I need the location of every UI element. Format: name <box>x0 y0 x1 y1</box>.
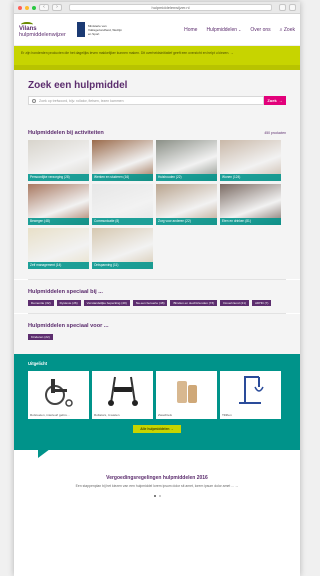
nav-over-ons[interactable]: Over ons <box>250 27 270 33</box>
activity-label: Wonen (124) <box>220 174 281 181</box>
pager-dot[interactable] <box>158 495 161 497</box>
product-count[interactable]: 450 producten <box>264 131 286 135</box>
ministry-name: Ministerie van Volksgezondheid, Welzijn … <box>88 23 122 36</box>
magnifier-icon <box>32 98 36 103</box>
intro-notice: Er zijn honderden producten die het dage… <box>14 46 300 70</box>
address-bar[interactable]: hulpmiddelenwijzer.nl <box>69 4 272 11</box>
filter-tag[interactable]: Doveriziend (21) <box>220 300 249 306</box>
browser-chrome: ‹ › hulpmiddelenwijzer.nl <box>14 2 300 14</box>
patient-lift-icon <box>220 373 281 407</box>
nav-home[interactable]: Home <box>184 27 197 33</box>
special-section: Hulpmiddelen speciaal bij ... Dementie (… <box>14 280 300 313</box>
bandage-icon <box>156 373 217 407</box>
government-logo: Ministerie van Volksgezondheid, Welzijn … <box>77 22 122 37</box>
speech-tail <box>38 449 50 458</box>
minimize-window-button[interactable] <box>25 5 29 10</box>
crest-icon <box>77 22 85 37</box>
site-logo[interactable]: Vilans hulpmiddelenwijzer <box>19 21 71 38</box>
filter-tag[interactable]: Blinden en slechtzienden (73) <box>170 300 218 306</box>
search-title: Zoek een hulpmiddel <box>28 80 128 91</box>
main-nav: Home Hulpmiddelen⌄ Over ons ⌕ Zoek <box>184 27 295 33</box>
logo-swoosh-icon <box>19 21 35 26</box>
special-for-title: Hulpmiddelen speciaal voor ... <box>28 323 109 329</box>
product-card[interactable]: Zwachtels <box>156 371 217 419</box>
activity-tile[interactable]: Communicatie (8) <box>92 184 153 225</box>
activities-title: Hulpmiddelen bij activiteiten <box>28 130 104 136</box>
special-for-section: Hulpmiddelen speciaal voor ... Kinderen … <box>14 314 300 354</box>
wheelchair-icon <box>28 373 89 407</box>
logo-line2: hulpmiddelenwijzer <box>19 32 66 38</box>
activity-label: Huishouden (22) <box>156 174 217 181</box>
filter-tag[interactable]: Dementie (32) <box>28 300 54 306</box>
filter-tag[interactable]: ADHD (7) <box>251 300 272 306</box>
product-name: Rollators, 4-wielen <box>94 413 120 417</box>
filter-tag[interactable]: Na een beroerte (48) <box>132 300 168 306</box>
product-card[interactable]: Rollators, 4-wielen <box>92 371 153 419</box>
search-button[interactable]: Zoek → <box>264 96 286 105</box>
featured-products: Rolstoelen, interieurl gebru... Rollators… <box>28 371 286 419</box>
search-form: Zoek op trefwoord, bijv. rollator, fiets… <box>28 96 286 105</box>
activity-label: Werken en studeren (16) <box>92 174 153 181</box>
close-window-button[interactable] <box>18 5 22 10</box>
forward-icon[interactable]: › <box>52 4 62 11</box>
maximize-window-button[interactable] <box>32 5 36 10</box>
product-name: Tilliften <box>222 413 232 417</box>
search-button-label: Zoek <box>267 98 277 103</box>
activity-tile[interactable]: Bewegen (48) <box>28 184 89 225</box>
nav-hulpmiddelen[interactable]: Hulpmiddelen⌄ <box>206 27 241 33</box>
activity-tile[interactable]: Zorg voor anderen (22) <box>156 184 217 225</box>
browser-window: ‹ › hulpmiddelenwijzer.nl Vilans hulpmid… <box>14 2 300 576</box>
activity-label: Eten en drinken (81) <box>220 218 281 225</box>
activity-tile[interactable]: Eten en drinken (81) <box>220 184 281 225</box>
activity-tile[interactable]: Werken en studeren (16) <box>92 140 153 181</box>
product-card[interactable]: Rolstoelen, interieurl gebru... <box>28 371 89 419</box>
tabs-icon[interactable] <box>289 4 296 11</box>
featured-section: Uitgelicht Rolstoelen, interieurl gebru.… <box>14 354 300 458</box>
activity-label: Ontspanning (11) <box>92 262 153 269</box>
activity-label: Zelf management (14) <box>28 262 89 269</box>
nav-zoek[interactable]: ⌕ Zoek <box>280 27 295 33</box>
activity-grid: Persoonlijke verzorging (28) Werken en st… <box>28 140 286 269</box>
pager-dot[interactable] <box>153 495 156 497</box>
special-title: Hulpmiddelen speciaal bij ... <box>28 289 103 295</box>
filter-tag[interactable]: Kinderen (22) <box>28 334 53 340</box>
regulations-text: Een stappenplan bij het kiezen van een h… <box>75 484 239 488</box>
featured-title: Uitgelicht <box>28 361 48 366</box>
activity-tile[interactable]: Huishouden (22) <box>156 140 217 181</box>
product-name: Rolstoelen, interieurl gebru... <box>30 413 70 417</box>
filter-tag[interactable]: Verstandelijke beperking (40) <box>83 300 130 306</box>
special-for-tags: Kinderen (22) <box>28 334 286 340</box>
search-input[interactable]: Zoek op trefwoord, bijv. rollator, fiets… <box>28 96 264 105</box>
activity-label: Persoonlijke verzorging (28) <box>28 174 89 181</box>
activities-section: Hulpmiddelen bij activiteiten 450 produc… <box>14 124 300 279</box>
share-icon[interactable] <box>279 4 286 11</box>
activity-tile[interactable]: Wonen (124) <box>220 140 281 181</box>
search-section: Zoek een hulpmiddel Zoek op trefwoord, b… <box>14 70 300 124</box>
product-card[interactable]: Tilliften <box>220 371 281 419</box>
site-header: Vilans hulpmiddelenwijzer Ministerie van… <box>14 14 300 46</box>
carousel-pager <box>28 495 286 497</box>
search-placeholder: Zoek op trefwoord, bijv. rollator, fiets… <box>39 98 124 103</box>
rollator-icon <box>92 373 153 407</box>
activity-tile[interactable]: Ontspanning (11) <box>92 228 153 269</box>
activity-label: Bewegen (48) <box>28 218 89 225</box>
notice-text: Er zijn honderden producten die het dage… <box>21 51 234 55</box>
product-name: Zwachtels <box>158 413 172 417</box>
all-products-button[interactable]: Alle hulpmiddelen → <box>133 425 181 433</box>
arrow-right-icon: → <box>278 98 283 103</box>
special-tags: Dementie (32) Dyslexie (26) Verstandelijke… <box>28 300 286 306</box>
filter-tag[interactable]: Dyslexie (26) <box>56 300 81 306</box>
activity-label: Communicatie (8) <box>92 218 153 225</box>
activity-label: Zorg voor anderen (22) <box>156 218 217 225</box>
activity-tile[interactable]: Persoonlijke verzorging (28) <box>28 140 89 181</box>
chevron-down-icon: ⌄ <box>238 26 242 32</box>
activity-tile[interactable]: Zelf management (14) <box>28 228 89 269</box>
search-icon: ⌕ <box>279 26 283 33</box>
regulations-section: Vergoedingsregelingen hulpmiddelen 2016 … <box>14 450 300 497</box>
regulations-title[interactable]: Vergoedingsregelingen hulpmiddelen 2016 <box>28 475 286 481</box>
back-icon[interactable]: ‹ <box>39 4 49 11</box>
